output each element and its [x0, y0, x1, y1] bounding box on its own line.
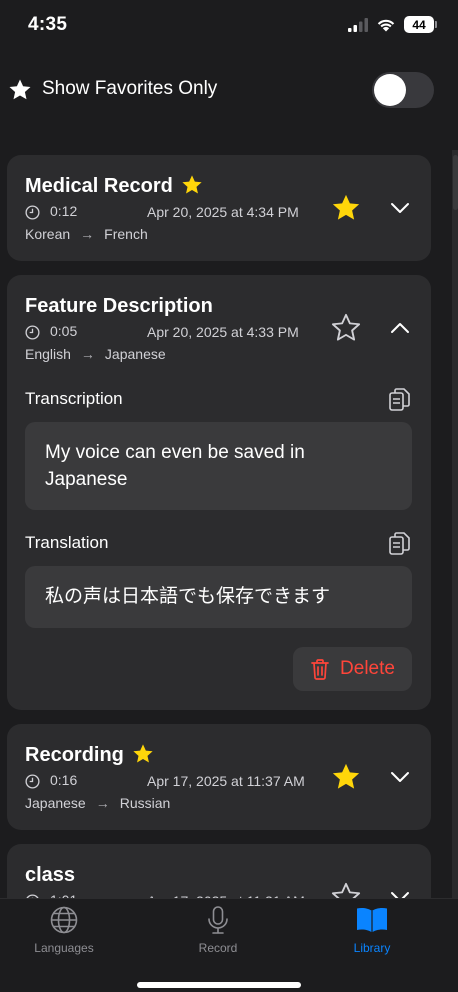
language-pair: Korean → French: [25, 226, 148, 242]
favorites-filter-row: Show Favorites Only: [0, 68, 458, 112]
scroll-track: [452, 150, 458, 900]
clock-icon: [25, 774, 40, 789]
cellular-signal-icon: [348, 17, 368, 32]
battery-indicator: 44: [404, 16, 437, 33]
recording-title: Recording: [25, 744, 154, 767]
duration-text: 0:16: [50, 772, 78, 788]
status-time: 4:35: [28, 14, 68, 35]
chevron-down-icon[interactable]: [389, 197, 411, 219]
target-language: Japanese: [104, 346, 166, 362]
translation-text: 私の声は日本語でも保存できます: [25, 566, 412, 628]
recording-card[interactable]: Medical Record 0:12 Apr 20, 2025 at 4:34…: [7, 155, 431, 261]
status-bar: 4:35 44: [0, 0, 458, 50]
duration-text: 0:12: [50, 203, 78, 219]
delete-label: Delete: [340, 658, 395, 679]
tab-label: Library: [353, 941, 391, 955]
globe-icon: [50, 906, 78, 934]
copy-transcription-icon[interactable]: [388, 387, 412, 413]
trash-icon: [311, 659, 329, 680]
language-pair: Japanese → Russian: [25, 795, 170, 811]
recording-date: Apr 20, 2025 at 4:33 PM: [147, 324, 299, 340]
star-filled-icon: [9, 79, 31, 100]
favorite-badge-star-icon: [133, 744, 153, 763]
recording-title: class: [25, 864, 76, 886]
recording-title-text: Recording: [25, 744, 124, 766]
source-language: English: [25, 346, 71, 362]
recording-card[interactable]: Recording 0:16 Apr 17, 2025 at 11:37 AM …: [7, 724, 431, 830]
target-language: French: [104, 226, 148, 242]
duration: 0:05: [25, 323, 77, 340]
target-language: Russian: [119, 795, 171, 811]
favorite-star-filled-icon[interactable]: [331, 762, 361, 792]
toggle-knob: [374, 74, 406, 106]
arrow-right-icon: →: [80, 346, 95, 362]
home-indicator[interactable]: [137, 982, 301, 988]
recording-card-expanded[interactable]: Feature Description 0:05 Apr 20, 2025 at…: [7, 275, 431, 710]
tab-bar: Languages Record Library: [0, 898, 458, 992]
status-icons: 44: [348, 16, 437, 33]
wifi-icon: [377, 19, 395, 32]
recording-title: Feature Description: [25, 295, 213, 317]
source-language: Japanese: [25, 795, 86, 811]
recording-date: Apr 17, 2025 at 11:37 AM: [147, 773, 305, 789]
duration: 0:16: [25, 772, 77, 789]
tab-label: Record: [198, 941, 238, 955]
favorite-badge-star-icon: [182, 175, 202, 194]
book-icon: [357, 908, 387, 933]
tab-record[interactable]: Record: [158, 905, 278, 955]
favorites-toggle[interactable]: [372, 72, 434, 108]
arrow-right-icon: →: [80, 226, 95, 242]
clock-icon: [25, 205, 40, 220]
favorite-star-outline-icon[interactable]: [331, 313, 361, 343]
transcription-text: My voice can even be saved in Japanese: [25, 422, 412, 510]
source-language: Korean: [25, 226, 71, 242]
duration-text: 0:05: [50, 323, 78, 339]
delete-button[interactable]: Delete: [293, 647, 412, 691]
clock-icon: [25, 325, 40, 340]
tab-label: Languages: [34, 941, 94, 955]
favorites-filter-label: Show Favorites Only: [42, 78, 218, 99]
arrow-right-icon: →: [95, 795, 110, 811]
chevron-down-icon[interactable]: [389, 766, 411, 788]
translation-label: Translation: [25, 533, 109, 552]
microphone-icon: [208, 906, 228, 934]
recording-title: Medical Record: [25, 175, 203, 198]
language-pair: English → Japanese: [25, 346, 166, 362]
recording-date: Apr 20, 2025 at 4:34 PM: [147, 204, 299, 220]
recording-title-text: Medical Record: [25, 175, 173, 197]
tab-languages[interactable]: Languages: [4, 905, 124, 955]
transcription-label: Transcription: [25, 389, 123, 408]
copy-translation-icon[interactable]: [388, 531, 412, 557]
favorite-star-filled-icon[interactable]: [331, 193, 361, 223]
duration: 0:12: [25, 203, 77, 220]
chevron-up-icon[interactable]: [389, 317, 411, 339]
tab-library[interactable]: Library: [312, 905, 432, 955]
scroll-indicator[interactable]: [453, 155, 458, 210]
